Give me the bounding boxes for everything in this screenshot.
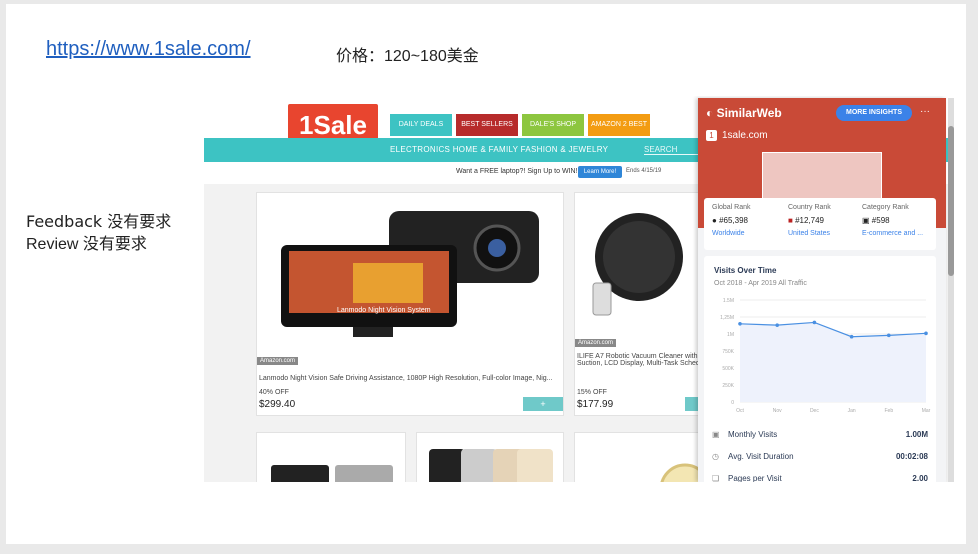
feedback-note: Feedback 没有要求 (26, 212, 172, 231)
metric-row: ▣ Monthly Visits 1.00M (704, 424, 936, 446)
review-note: Review 没有要求 (26, 236, 147, 253)
discount: 15% OFF (577, 389, 607, 396)
site-url-link[interactable]: https://www.1sale.com/ (46, 38, 251, 61)
rank-scope[interactable]: Worldwide (712, 230, 788, 237)
globe-icon: ● (712, 216, 717, 225)
visits-chart: 1.5M 1,25M 1M 750K 500K 250K 0Oct Nov Dec Jan Feb M… (720, 298, 931, 414)
clock-icon: ◷ (712, 452, 719, 461)
x-tick-label: Oct (736, 408, 744, 414)
price-note: 价格：120~180美金 (336, 48, 479, 65)
promo-text: Want a FREE laptop?! Sign Up to WIN! (456, 168, 578, 175)
metric-label: Monthly Visits (728, 430, 778, 439)
rank-label: Global Rank (712, 204, 751, 211)
country-rank: Country Rank ■ #12,749 United States (788, 204, 864, 237)
data-point[interactable] (775, 323, 779, 327)
brand-name: SimilarWeb (716, 106, 782, 120)
x-tick-label: Feb (884, 408, 893, 414)
nav-tab[interactable]: DAILY DEALS (390, 114, 452, 136)
metric-value: 00:02:08 (895, 452, 928, 461)
rank-number: #65,398 (719, 216, 748, 225)
nav-tab[interactable]: AMAZON 2 BEST (588, 114, 650, 136)
site-domain: 1sale.com (722, 130, 768, 141)
source-tag: Amazon.com (257, 357, 299, 365)
visits-title: Visits Over Time (714, 266, 777, 275)
metric-label: Pages per Visit (728, 474, 782, 482)
y-tick-label: 250K (722, 383, 734, 389)
rank-panel: Global Rank ● #65,398 Worldwide Country … (704, 198, 936, 250)
site-favicon: 1 (706, 130, 717, 141)
y-tick-label: 0 (731, 400, 734, 406)
rank-scope[interactable]: E-commerce and ... (862, 230, 938, 237)
y-tick-label: 1.5M (723, 298, 734, 304)
calendar-icon: ▣ (712, 430, 720, 439)
category-links[interactable]: ELECTRONICS HOME & FAMILY FASHION & JEWE… (390, 145, 608, 154)
product-card[interactable] (256, 432, 406, 482)
y-tick-label: 500K (722, 366, 734, 372)
similarweb-panel: ◐ SimilarWeb MORE INSIGHTS ··· 1 1sale.c… (698, 98, 946, 482)
visits-chart-card: Visits Over Time Oct 2018 - Apr 2019 All… (704, 256, 936, 426)
data-point[interactable] (887, 333, 891, 338)
y-tick-label: 1,25M (720, 315, 734, 321)
nav-tab[interactable]: DALE'S SHOP (522, 114, 584, 136)
rank-scope[interactable]: United States (788, 230, 864, 237)
source-tag: Amazon.com (575, 339, 617, 347)
rank-value: ■ #12,749 (788, 216, 864, 225)
promo-ends: Ends 4/15/19 (626, 168, 662, 174)
more-insights-button[interactable]: MORE INSIGHTS (836, 105, 912, 121)
x-tick-label: Nov (773, 408, 782, 414)
scrollbar-thumb[interactable] (948, 126, 954, 276)
phone-image (429, 449, 553, 482)
more-options-icon[interactable]: ··· (920, 106, 930, 117)
product-title[interactable]: Lanmodo Night Vision Safe Driving Assist… (259, 375, 553, 382)
product-price: $299.40 (259, 399, 296, 410)
product-banner: Lanmodo Night Vision System (337, 307, 431, 314)
y-tick-label: 750K (722, 349, 734, 355)
rank-value: ● #65,398 (712, 216, 788, 225)
rank-value: ▣ #598 (862, 216, 938, 225)
us-flag-icon: ■ (788, 216, 793, 225)
rank-number: #12,749 (795, 216, 824, 225)
product-card[interactable]: Lanmodo Night Vision System Amazon.com L… (256, 192, 564, 416)
global-rank: Global Rank ● #65,398 Worldwide (712, 204, 788, 237)
website-screenshot: 1Sale DAILY DEALS BEST SELLERS DALE'S SHOP… (204, 96, 954, 482)
x-tick-label: Jan (848, 408, 856, 414)
y-tick-label: 1M (727, 332, 734, 338)
rank-label: Category Rank (862, 204, 909, 211)
metric-value: 1.00M (905, 430, 928, 439)
metric-row: ◷ Avg. Visit Duration 00:02:08 (704, 446, 936, 468)
slide: https://www.1sale.com/ 价格：120~180美金 Feed… (6, 4, 966, 544)
dashcam-image (257, 193, 563, 365)
x-tick-label: Mar (922, 408, 931, 414)
x-tick-label: Dec (810, 408, 819, 414)
category-rank: Category Rank ▣ #598 E-commerce and ... (862, 204, 938, 237)
add-to-cart-button[interactable]: + (523, 397, 563, 411)
pages-icon: ❏ (712, 474, 720, 482)
discount: 40% OFF (259, 389, 289, 396)
search-input[interactable]: SEARCH (644, 145, 704, 155)
nav-tab[interactable]: BEST SELLERS (456, 114, 518, 136)
data-point[interactable] (738, 322, 742, 326)
tablet-image (271, 465, 393, 482)
similarweb-logo: ◐ SimilarWeb (706, 106, 782, 120)
product-card[interactable] (416, 432, 564, 482)
metric-row: ❏ Pages per Visit 2.00 (704, 468, 936, 482)
learn-more-button[interactable]: Learn More! (578, 166, 622, 178)
product-price: $177.99 (577, 399, 614, 410)
data-point[interactable] (812, 320, 817, 325)
rank-label: Country Rank (788, 204, 831, 211)
data-point[interactable] (849, 334, 854, 339)
category-icon: ▣ (862, 216, 870, 225)
metric-label: Avg. Visit Duration (728, 452, 794, 461)
metric-value: 2.00 (912, 474, 928, 482)
rank-number: #598 (871, 216, 890, 225)
visits-subtitle: Oct 2018 - Apr 2019 All Traffic (714, 280, 807, 287)
data-point[interactable] (924, 331, 928, 336)
